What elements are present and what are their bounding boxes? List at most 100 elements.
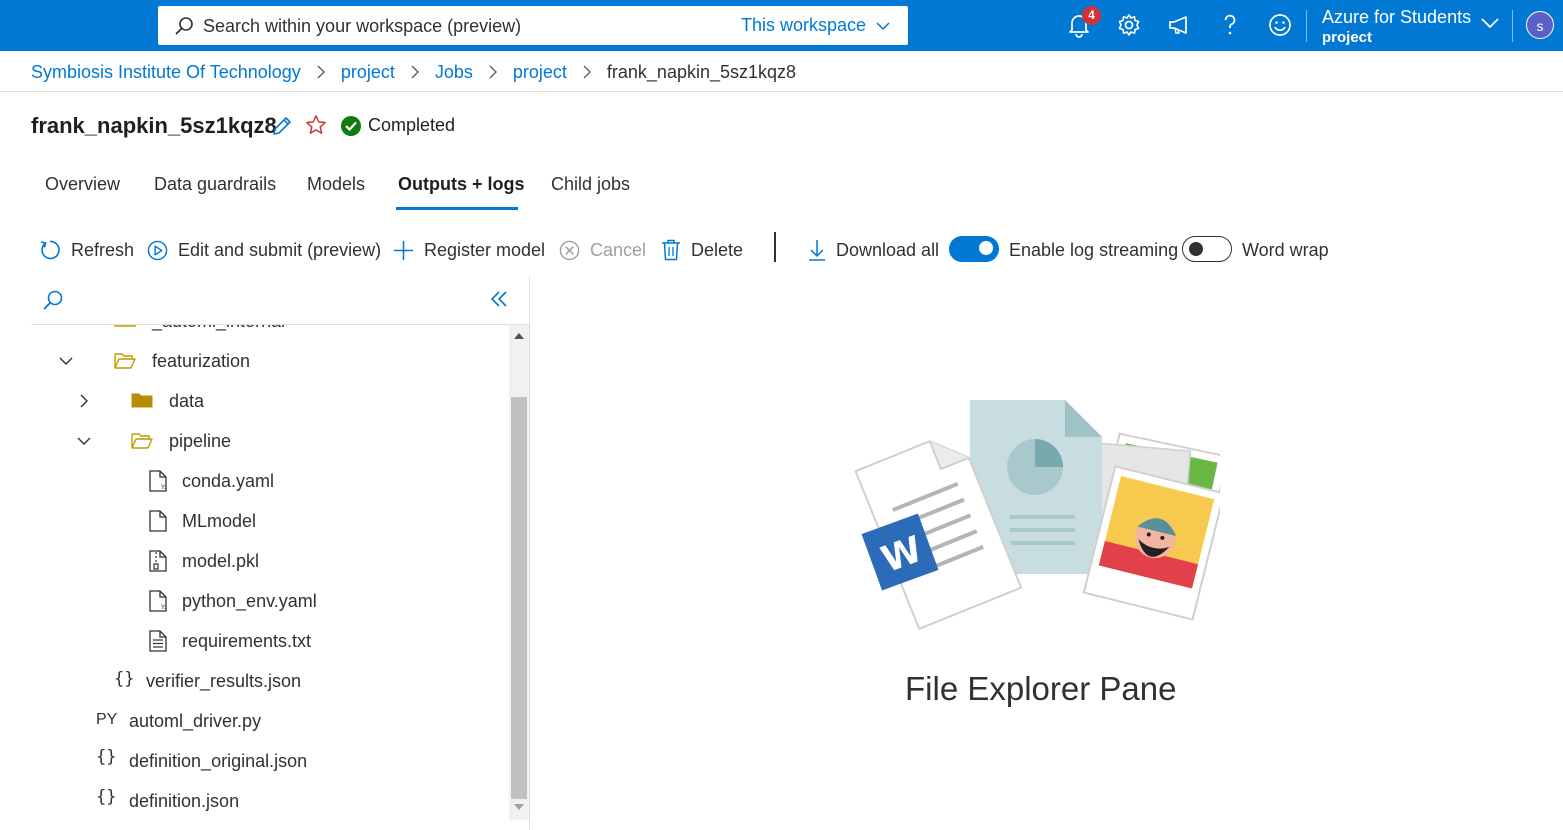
tree-scrollbar[interactable] xyxy=(509,325,529,820)
collapse-pane-double-chevron-icon[interactable] xyxy=(489,290,509,308)
pane-divider[interactable] xyxy=(529,276,530,830)
cancel-button[interactable]: Cancel xyxy=(559,238,646,262)
tree-item-label: _automl_internal xyxy=(152,325,285,333)
tab-outputs-logs[interactable]: Outputs + logs xyxy=(398,174,525,195)
file-explorer-illustration: W xyxy=(854,400,1220,631)
chevron-right-icon xyxy=(488,64,498,80)
file-icon xyxy=(149,510,167,532)
trash-icon xyxy=(662,239,680,261)
tree-item-file-verifier-results-json[interactable]: {} verifier_results.json xyxy=(0,669,508,693)
tree-item-label: model.pkl xyxy=(182,550,260,571)
scroll-down-arrow-icon[interactable] xyxy=(513,803,525,811)
breadcrumb-item-workspace[interactable]: project xyxy=(341,62,395,83)
tree-item-folder[interactable]: _automl_internal xyxy=(0,325,508,335)
tree-item-label: conda.yaml xyxy=(182,470,275,491)
scroll-up-arrow-icon[interactable] xyxy=(513,332,525,340)
tab-models[interactable]: Models xyxy=(307,174,365,195)
job-status-label: Completed xyxy=(368,115,456,135)
job-status: Completed xyxy=(341,115,455,136)
tree-item-file-automl-driver-py[interactable]: PY automl_driver.py xyxy=(0,709,508,733)
json-braces-icon: {} xyxy=(96,747,117,767)
account-directory-name[interactable]: Azure for Students xyxy=(1322,7,1471,28)
delete-label: Delete xyxy=(691,239,744,260)
download-arrow-icon xyxy=(809,240,825,261)
breadcrumb-divider xyxy=(0,91,1563,92)
top-navigation-bar: Search within your workspace (preview) T… xyxy=(0,0,1563,51)
breadcrumb-item-organization[interactable]: Symbiosis Institute Of Technology xyxy=(31,62,301,83)
breadcrumb-current-job: frank_napkin_5sz1kqz8 xyxy=(606,61,797,82)
download-all-label: Download all xyxy=(836,239,940,260)
chevron-right-icon[interactable] xyxy=(78,393,90,409)
word-wrap-toggle[interactable] xyxy=(1182,236,1232,262)
log-streaming-toggle[interactable] xyxy=(949,236,999,262)
python-file-icon: PY xyxy=(96,711,118,728)
register-model-button[interactable]: Register model xyxy=(393,238,545,262)
tab-child-jobs[interactable]: Child jobs xyxy=(551,174,630,195)
chevron-right-icon xyxy=(410,64,420,80)
register-model-label: Register model xyxy=(424,239,546,260)
delete-button[interactable]: Delete xyxy=(661,238,743,262)
svg-text:Y:: Y: xyxy=(160,604,166,611)
chevron-down-icon xyxy=(876,21,890,30)
scrollbar-thumb[interactable] xyxy=(511,397,527,799)
active-tab-indicator xyxy=(396,207,518,210)
refresh-icon xyxy=(40,240,60,260)
play-circle-icon xyxy=(147,240,168,260)
search-icon xyxy=(175,17,193,35)
word-wrap-label: Word wrap xyxy=(1242,239,1329,260)
tree-item-folder-data[interactable]: data xyxy=(0,389,508,413)
tab-data-guardrails[interactable]: Data guardrails xyxy=(154,174,276,195)
user-avatar[interactable]: s xyxy=(1526,11,1554,39)
tree-item-folder-featurization[interactable]: featurization xyxy=(0,349,508,373)
header-divider xyxy=(1306,10,1307,42)
workspace-search-box[interactable]: Search within your workspace (preview) T… xyxy=(158,6,908,45)
account-workspace-name[interactable]: project xyxy=(1322,29,1372,46)
tree-item-file-python-env-yaml[interactable]: Y: python_env.yaml xyxy=(0,589,508,613)
feedback-megaphone-icon[interactable] xyxy=(1166,12,1192,38)
tab-overview[interactable]: Overview xyxy=(45,174,120,195)
favorite-star-icon[interactable] xyxy=(305,114,327,136)
tree-item-label: automl_driver.py xyxy=(129,710,262,731)
chevron-right-icon xyxy=(582,64,592,80)
breadcrumb-item-experiment[interactable]: project xyxy=(513,62,567,83)
refresh-button[interactable]: Refresh xyxy=(39,238,134,262)
yaml-file-icon: Y: xyxy=(149,470,167,492)
search-icon[interactable] xyxy=(42,289,64,311)
tree-item-file-definition-json[interactable]: {} definition.json xyxy=(0,787,508,813)
tree-item-file-definition-original-json[interactable]: {} definition_original.json xyxy=(0,747,508,773)
folder-icon xyxy=(114,325,136,327)
toggle-knob xyxy=(979,241,993,255)
text-file-icon xyxy=(149,630,167,652)
account-chevron-down-icon[interactable] xyxy=(1480,16,1500,30)
edit-pencil-icon[interactable] xyxy=(270,114,294,138)
tree-item-label: MLmodel xyxy=(182,510,257,531)
search-scope-label: This workspace xyxy=(740,15,866,35)
tree-item-file-mlmodel[interactable]: MLmodel xyxy=(0,509,508,533)
edit-and-submit-label: Edit and submit (preview) xyxy=(178,239,382,260)
refresh-label: Refresh xyxy=(71,239,135,260)
header-divider xyxy=(1512,10,1513,42)
tree-item-label: verifier_results.json xyxy=(146,670,302,691)
tree-item-file-model-pkl[interactable]: model.pkl xyxy=(0,549,508,573)
search-placeholder[interactable]: Search within your workspace (preview) xyxy=(203,16,521,37)
tree-item-file-conda-yaml[interactable]: Y: conda.yaml xyxy=(0,469,508,493)
notification-count-badge: 4 xyxy=(1082,6,1101,25)
job-title: frank_napkin_5sz1kqz8 xyxy=(31,113,277,138)
tree-item-file-requirements-txt[interactable]: requirements.txt xyxy=(0,629,508,653)
smiley-feedback-icon[interactable] xyxy=(1267,12,1293,38)
toolbar-divider xyxy=(774,232,776,262)
tree-item-label: requirements.txt xyxy=(182,630,312,651)
chevron-down-icon[interactable] xyxy=(58,355,74,367)
empty-state-caption: File Explorer Pane xyxy=(905,670,1177,707)
help-question-icon[interactable] xyxy=(1217,12,1243,38)
chevron-down-icon[interactable] xyxy=(76,435,92,447)
tree-item-label: python_env.yaml xyxy=(182,590,317,611)
download-all-button[interactable]: Download all xyxy=(808,238,939,262)
plus-icon xyxy=(393,240,414,260)
search-scope-dropdown[interactable]: This workspace xyxy=(741,15,890,36)
breadcrumb: Symbiosis Institute Of Technology projec… xyxy=(31,61,796,83)
settings-gear-icon[interactable] xyxy=(1116,12,1142,38)
tree-item-folder-pipeline[interactable]: pipeline xyxy=(0,429,508,453)
breadcrumb-item-jobs[interactable]: Jobs xyxy=(435,62,473,83)
edit-and-submit-button[interactable]: Edit and submit (preview) xyxy=(147,238,381,262)
